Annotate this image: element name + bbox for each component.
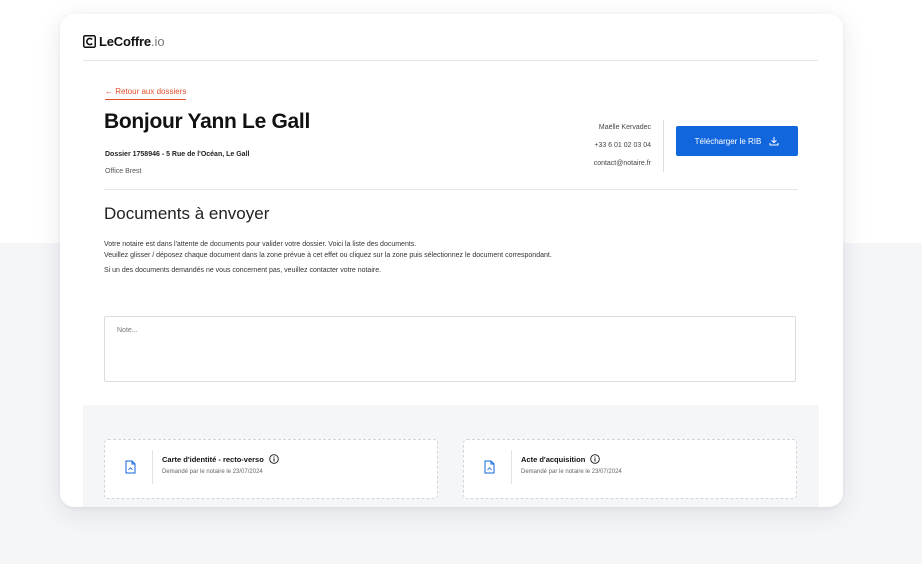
info-icon[interactable] bbox=[269, 454, 279, 464]
notary-name: Maëlle Kervadec bbox=[598, 124, 651, 131]
back-to-folders-link[interactable]: ← Retour aux dossiers bbox=[105, 87, 187, 100]
documents-list: Carte d'identité - recto-verso Demandé p… bbox=[83, 405, 819, 507]
documents-heading: Documents à envoyer bbox=[104, 204, 270, 223]
file-icon bbox=[125, 460, 136, 474]
contact-divider bbox=[663, 120, 664, 172]
info-icon[interactable] bbox=[590, 454, 601, 464]
instructions-line-2: Veuillez glisser / déposez chaque docume… bbox=[104, 251, 552, 259]
notary-email: contact@notaire.fr bbox=[593, 160, 651, 167]
logo-icon bbox=[83, 35, 96, 48]
document-divider bbox=[152, 450, 153, 484]
document-request-date: Demandé par le notaire le 23/07/2024 bbox=[162, 469, 263, 475]
download-rib-button[interactable]: Télécharger le RIB bbox=[676, 126, 798, 156]
document-name-text: Acte d'acquisition bbox=[521, 454, 586, 464]
portal-window: LeCoffre .io ← Retour aux dossiers Bonjou… bbox=[60, 14, 843, 507]
brand-logo[interactable]: LeCoffre .io bbox=[83, 34, 165, 49]
document-dropzone-acquisition-deed[interactable]: Acte d'acquisition Demandé par le notair… bbox=[463, 439, 797, 499]
header-divider bbox=[83, 60, 818, 61]
document-name-text: Carte d'identité - recto-verso bbox=[162, 454, 264, 464]
download-rib-label: Télécharger le RIB bbox=[694, 136, 762, 146]
note-input[interactable] bbox=[104, 316, 796, 382]
document-dropzone-id-card[interactable]: Carte d'identité - recto-verso Demandé p… bbox=[104, 439, 438, 499]
document-request-date: Demandé par le notaire le 23/07/2024 bbox=[521, 469, 622, 475]
section-divider bbox=[104, 189, 798, 190]
page-title: Bonjour Yann Le Gall bbox=[104, 110, 310, 133]
document-divider bbox=[511, 450, 512, 484]
office-name: Office Brest bbox=[105, 168, 142, 175]
instructions-line-3: Si un des documents demandés ne vous con… bbox=[104, 267, 382, 274]
document-name: Carte d'identité - recto-verso bbox=[162, 454, 279, 464]
notary-contact: Maëlle Kervadec +33 6 01 02 03 04 contac… bbox=[594, 119, 651, 173]
file-icon bbox=[484, 460, 495, 474]
document-name: Acte d'acquisition bbox=[521, 454, 601, 464]
download-icon bbox=[769, 137, 779, 146]
instructions-line-1: Votre notaire est dans l'attente de docu… bbox=[104, 241, 417, 248]
dossier-reference: Dossier 1758946 - 5 Rue de l'Océan, Le G… bbox=[105, 151, 250, 158]
brand-name: LeCoffre bbox=[99, 34, 151, 49]
brand-tld: .io bbox=[150, 34, 165, 49]
instructions: Votre notaire est dans l'attente de docu… bbox=[104, 240, 552, 277]
notary-phone: +33 6 01 02 03 04 bbox=[594, 142, 651, 149]
